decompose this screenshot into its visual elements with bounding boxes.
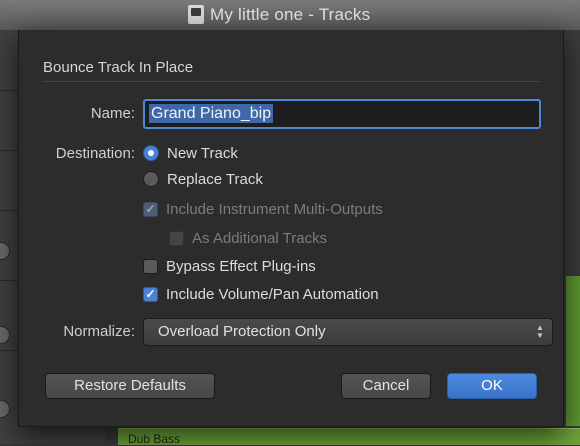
pan-knob-icon[interactable] xyxy=(0,242,10,260)
ok-button[interactable]: OK xyxy=(447,373,537,399)
cancel-button[interactable]: Cancel xyxy=(341,373,431,399)
bypass-effects-checkbox[interactable]: Bypass Effect Plug-ins xyxy=(143,255,316,277)
destination-label: Destination: xyxy=(55,145,135,162)
bypass-effects-label: Bypass Effect Plug-ins xyxy=(166,257,316,275)
include-automation-label: Include Volume/Pan Automation xyxy=(166,285,379,303)
checkbox-disabled-icon xyxy=(169,230,184,246)
audio-region[interactable] xyxy=(566,276,580,426)
window-titlebar: My little one - Tracks xyxy=(0,0,580,31)
radio-selected-icon[interactable] xyxy=(143,145,159,161)
title-divider xyxy=(43,81,539,82)
normalize-select[interactable]: Overload Protection Only ▲ ▼ xyxy=(143,318,553,346)
normalize-select-value: Overload Protection Only xyxy=(158,323,326,340)
as-additional-tracks-label: As Additional Tracks xyxy=(192,229,328,247)
pan-knob-icon[interactable] xyxy=(0,326,10,344)
dub-bass-region[interactable]: Dub Bass xyxy=(118,428,580,446)
new-track-label: New Track xyxy=(167,144,238,162)
restore-defaults-button[interactable]: Restore Defaults xyxy=(45,373,215,399)
name-input-value: Grand Piano_bip xyxy=(149,104,274,123)
replace-track-radio[interactable]: Replace Track xyxy=(143,168,263,190)
include-multi-outputs-label: Include Instrument Multi-Outputs xyxy=(166,200,383,218)
radio-unselected-icon[interactable] xyxy=(143,171,159,187)
name-label: Name: xyxy=(90,105,135,122)
normalize-label: Normalize: xyxy=(63,323,135,340)
include-automation-checkbox[interactable]: Include Volume/Pan Automation xyxy=(143,283,379,305)
new-track-radio[interactable]: New Track xyxy=(143,142,238,164)
dialog-title: Bounce Track In Place xyxy=(43,59,194,76)
pan-knob-icon[interactable] xyxy=(0,400,10,418)
name-input[interactable]: Grand Piano_bip xyxy=(143,99,541,129)
updown-chevron-icon: ▲ ▼ xyxy=(536,323,544,340)
as-additional-tracks-checkbox: As Additional Tracks xyxy=(169,227,327,249)
include-multi-outputs-checkbox: Include Instrument Multi-Outputs xyxy=(143,198,383,220)
replace-track-label: Replace Track xyxy=(167,170,263,188)
window-title: My little one - Tracks xyxy=(210,5,371,24)
project-file-icon xyxy=(188,5,204,24)
checkbox-checked-icon[interactable] xyxy=(143,286,158,302)
checkbox-icon[interactable] xyxy=(143,258,158,274)
checkbox-checked-disabled-icon xyxy=(143,201,158,217)
bounce-in-place-dialog: Bounce Track In Place Name: Grand Piano_… xyxy=(18,30,564,427)
